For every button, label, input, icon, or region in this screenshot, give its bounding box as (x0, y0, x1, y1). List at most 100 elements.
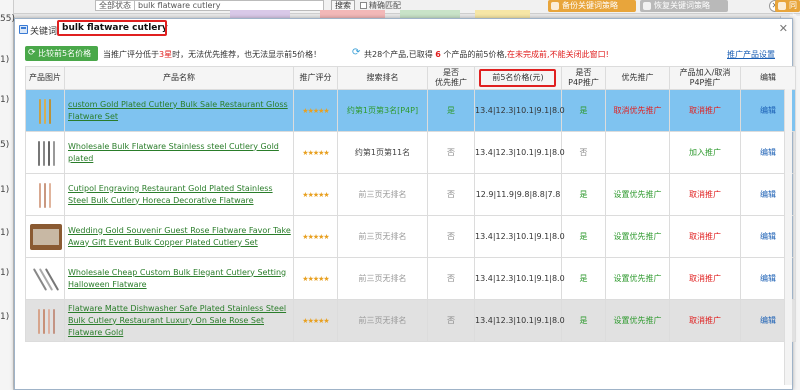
compare-top5-label: 比较前5名价格 (38, 49, 92, 58)
background-search-input[interactable]: bulk flatware cutlery (134, 0, 324, 11)
sync-button[interactable]: 同步 (775, 0, 800, 22)
cancel-p4p-button[interactable]: 取消推广 (669, 215, 741, 258)
progress-message: 共28个产品,已取得 6 个产品的前5价格,在未完成前,不能关闭此窗口! (364, 49, 609, 60)
cancel-p4p-button[interactable]: 取消推广 (669, 173, 741, 216)
dialog-scrollbar[interactable] (784, 89, 792, 385)
product-image-cell (25, 89, 65, 132)
cutlery-icon (48, 140, 50, 166)
left-count: 1) (0, 185, 10, 195)
top5-prices: 13.4|12.3|10.1|9.1|8.0 (474, 257, 565, 300)
table-row[interactable]: Flatware Matte Dishwasher Safe Plated St… (25, 299, 796, 342)
table-row[interactable]: Cutipol Engraving Restaurant Gold Plated… (25, 173, 796, 216)
p4p-status: 是 (561, 299, 606, 342)
column-header: 是否 优先推广 (427, 66, 475, 90)
product-image-cell (25, 299, 65, 342)
background-color-strip (475, 10, 530, 18)
column-header: 产品名称 (64, 66, 294, 90)
cancel-p4p-button[interactable]: 取消推广 (669, 89, 741, 132)
product-name-link[interactable]: Wedding Gold Souvenir Guest Rose Flatwar… (64, 215, 294, 258)
compare-top5-button[interactable]: ⟳ 比较前5名价格 (25, 46, 98, 61)
cancel-p4p-button[interactable]: 取消推广 (669, 257, 741, 300)
product-settings-link[interactable]: 推广产品设置 (727, 49, 775, 60)
product-image[interactable] (28, 220, 62, 254)
column-header: 搜索排名 (337, 66, 428, 90)
column-header: 产品加入/取消 P4P推广 (669, 66, 741, 90)
priority-status: 否 (427, 299, 475, 342)
product-image-cell (25, 173, 65, 216)
product-image[interactable] (28, 94, 62, 128)
set-priority-button[interactable]: 设置优先推广 (605, 257, 670, 300)
product-name-link[interactable]: Wholesale Bulk Flatware Stainless steel … (64, 131, 294, 174)
top5-prices: 12.9|11.9|9.8|8.8|7.8 (474, 173, 562, 216)
search-rank: 前三页无排名 (337, 173, 428, 216)
top5-prices: 13.4|12.3|10.1|9.1|8.0 (474, 131, 565, 174)
table-row[interactable]: Wedding Gold Souvenir Guest Rose Flatwar… (25, 215, 796, 258)
product-image-cell (25, 257, 65, 300)
column-header: 优先推广 (605, 66, 670, 90)
product-image[interactable] (28, 304, 62, 338)
keyword-label: 关键词: (30, 27, 61, 37)
priority-status: 否 (427, 131, 475, 174)
top5-highlight-box (479, 69, 556, 87)
column-header: 是否 P4P推广 (561, 66, 606, 90)
search-rank: 约第1页第3名[P4P] (337, 89, 428, 132)
product-image-cell (25, 215, 65, 258)
backup-strategy-label: 备份关键词策略 (562, 1, 618, 10)
promotion-score: ★★★★★ (293, 257, 338, 300)
product-name-link[interactable]: Flatware Matte Dishwasher Safe Plated St… (64, 299, 294, 342)
refresh-icon: ⟳ (28, 48, 36, 58)
set-priority-button[interactable]: 设置优先推广 (605, 215, 670, 258)
cancel-p4p-button[interactable]: 取消推广 (669, 299, 741, 342)
progress-warning: 在未完成前,不能关闭此窗口! (507, 50, 609, 59)
product-name-link[interactable]: Wholesale Cheap Custom Bulk Elegant Cutl… (64, 257, 294, 300)
table-row[interactable]: Wholesale Cheap Custom Bulk Elegant Cutl… (25, 257, 796, 300)
product-image[interactable] (28, 136, 62, 170)
product-image[interactable] (28, 178, 62, 212)
score-hint: 当推广评分低于3星时，无法优先推荐，也无法显示前5价格！ (103, 49, 321, 60)
set-priority-button[interactable]: 设置优先推广 (605, 173, 670, 216)
top5-prices: 13.4|12.3|10.1|9.1|8.0 (474, 89, 565, 132)
search-rank: 约第1页第11名 (337, 131, 428, 174)
left-count: 1) (0, 55, 10, 65)
close-icon[interactable]: ✕ (779, 22, 788, 35)
restore-strategy-button[interactable]: 恢复关键词策略 (640, 0, 728, 12)
background-color-strip (230, 10, 290, 18)
star-empty-icon: ★ (323, 275, 329, 283)
score-hint-stars: 3星 (159, 50, 173, 59)
star-rating-icon: ★★★★ (302, 317, 324, 325)
product-name-link[interactable]: custom Gold Plated Cutlery Bulk Sale Res… (64, 89, 294, 132)
restore-strategy-label: 恢复关键词策略 (654, 1, 710, 10)
exact-match-label: 精确匹配 (369, 1, 401, 10)
search-rank: 前三页无排名 (337, 257, 428, 300)
cutlery-icon (44, 98, 46, 124)
column-header: 产品图片 (25, 66, 65, 90)
top5-prices: 13.4|12.3|10.1|9.1|8.0 (474, 215, 565, 258)
product-image[interactable] (28, 262, 62, 296)
star-empty-icon: ★ (323, 233, 329, 241)
backup-strategy-button[interactable]: 备份关键词策略 (548, 0, 636, 12)
promotion-score: ★★★★★ (293, 89, 338, 132)
progress-suffix: 个产品的前5价格, (443, 50, 508, 59)
column-header: 推广评分 (293, 66, 338, 90)
left-count: 1) (0, 312, 10, 322)
column-header: 编辑 (740, 66, 796, 90)
table-row[interactable]: custom Gold Plated Cutlery Bulk Sale Res… (25, 89, 796, 132)
promotion-score: ★★★★★ (293, 173, 338, 216)
set-priority-button[interactable]: 设置优先推广 (605, 299, 670, 342)
product-name-link[interactable]: Cutipol Engraving Restaurant Gold Plated… (64, 173, 294, 216)
table-row[interactable]: Wholesale Bulk Flatware Stainless steel … (25, 131, 796, 174)
gift-box-icon (30, 223, 62, 250)
restore-icon (643, 2, 651, 10)
star-empty-icon: ★ (323, 317, 329, 325)
cancel-priority-button[interactable]: 取消优先推广 (605, 89, 670, 132)
star-rating-icon: ★★★★ (302, 275, 324, 283)
add-p4p-button[interactable]: 加入推广 (669, 131, 741, 174)
cutlery-icon (43, 308, 45, 334)
cutlery-icon (38, 308, 40, 334)
promotion-score: ★★★★★ (293, 131, 338, 174)
left-count: 1) (0, 228, 10, 238)
dialog-infobar: ⟳ 比较前5名价格 当推广评分低于3星时，无法优先推荐，也无法显示前5价格！ ⟳ … (25, 46, 785, 62)
background-color-strip (320, 10, 385, 18)
left-count: 55) (0, 14, 15, 24)
sync-icon: ⟳ (352, 47, 361, 58)
